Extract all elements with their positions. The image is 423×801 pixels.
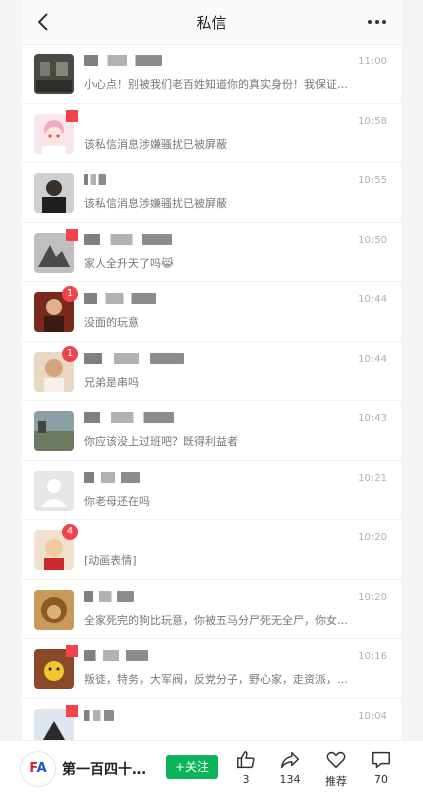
more-dots-icon[interactable] [363, 8, 391, 36]
comment-button[interactable]: 70 [359, 749, 403, 786]
heart-icon [326, 751, 346, 769]
message-preview: 家人全升天了吗😹 [84, 256, 174, 270]
message-time: 10:58 [358, 115, 387, 127]
unread-marker [66, 228, 78, 241]
account-name[interactable]: 第一百四十… [62, 759, 146, 779]
conversation-row[interactable]: 1 没面的玩意 10:44 [22, 282, 401, 342]
conversation-row[interactable]: 4 [动画表情] 10:20 [22, 520, 401, 580]
message-time: 10:43 [358, 413, 387, 424]
sender-name-redacted [84, 709, 114, 721]
comment-count: 70 [374, 773, 388, 786]
avatar [34, 173, 74, 213]
message-preview: 兄弟是串吗 [84, 375, 139, 389]
message-preview: 小心点！别被我们老百姓知道你的真实身份！我保证弄π你！ [84, 78, 349, 91]
message-time: 10:20 [358, 591, 387, 603]
app-screen: 私信 小心点！别被我们老百姓知道你的真实身份！我保证弄π你！ 11:00 该私信… [22, 0, 401, 740]
conversation-row[interactable]: 该私信消息涉嫌骚扰已被屏蔽 10:55 [22, 163, 401, 223]
sender-name-redacted [84, 352, 184, 364]
conversation-row[interactable]: 你应该没上过班吧？既得利益者 10:43 [22, 401, 401, 461]
sender-name-redacted [84, 590, 134, 602]
message-preview: 你应该没上过班吧？既得利益者 [84, 435, 238, 448]
avatar [34, 470, 74, 511]
message-preview: 全家死完的狗比玩意，你被五马分尸死无全尸，你女儿以… [84, 613, 349, 627]
message-preview: 该私信消息涉嫌骚扰已被屏蔽 [84, 137, 227, 151]
sender-name-redacted [84, 174, 106, 185]
conversation-list: 小心点！别被我们老百姓知道你的真实身份！我保证弄π你！ 11:00 该私信消息涉… [22, 44, 401, 740]
conversation-row[interactable]: 叛徒，特务，大军阀，反党分子，野心家，走资派，投降… 10:16 [22, 639, 401, 699]
page-title: 私信 [196, 14, 227, 32]
unread-badge: 1 [62, 345, 78, 362]
message-time: 10:44 [358, 353, 387, 365]
sender-name-redacted [84, 412, 174, 423]
unread-marker [66, 109, 78, 122]
sender-name-redacted [84, 471, 140, 483]
message-preview: 该私信消息涉嫌骚扰已被屏蔽 [84, 197, 227, 210]
conversation-row[interactable]: 家人全升天了吗😹 10:50 [22, 223, 401, 282]
conversation-row[interactable]: 10:04 [22, 699, 401, 740]
sender-name-redacted [84, 650, 148, 661]
account-logo[interactable]: FA [20, 751, 56, 787]
message-time: 11:00 [358, 56, 387, 67]
conversation-row[interactable]: 全家死完的狗比玩意，你被五马分尸死无全尸，你女儿以… 10:20 [22, 580, 401, 639]
message-time: 10:21 [358, 472, 387, 484]
message-preview: 没面的玩意 [84, 316, 139, 329]
message-time: 10:20 [358, 532, 387, 543]
share-button[interactable]: 134 [268, 749, 312, 786]
sender-name-redacted [84, 233, 172, 245]
like-count: 3 [242, 773, 250, 786]
share-count: 134 [279, 773, 301, 786]
message-time: 10:55 [358, 175, 387, 186]
unread-badge: 1 [62, 286, 78, 302]
thumbs-up-icon [237, 751, 255, 769]
message-time: 10:04 [358, 710, 387, 722]
nav-bar: 私信 [22, 0, 401, 45]
conversation-row[interactable]: 小心点！别被我们老百姓知道你的真实身份！我保证弄π你！ 11:00 [22, 44, 401, 104]
share-arrow-icon [281, 751, 299, 769]
avatar [34, 54, 74, 94]
message-preview: 你老母还在吗 [84, 494, 150, 508]
avatar [34, 589, 74, 630]
unread-marker [66, 645, 78, 657]
conversation-row[interactable]: 你老母还在吗 10:21 [22, 461, 401, 520]
like-button[interactable]: 3 [224, 749, 268, 786]
conversation-row[interactable]: 1 兄弟是串吗 10:44 [22, 342, 401, 401]
recommend-label: 推荐 [325, 775, 347, 788]
message-time: 10:16 [358, 651, 387, 662]
message-time: 10:50 [358, 234, 387, 246]
sender-name-redacted [84, 55, 162, 66]
recommend-button[interactable]: 推荐 [314, 749, 358, 789]
right-margin [401, 0, 423, 740]
sender-name-redacted [84, 293, 156, 304]
unread-badge: 4 [62, 524, 78, 540]
bottom-action-bar: FA 第一百四十… +关注 3 134 推荐 70 [0, 740, 423, 801]
avatar [34, 411, 74, 451]
follow-button[interactable]: +关注 [166, 755, 218, 779]
conversation-row[interactable]: 该私信消息涉嫌骚扰已被屏蔽 10:58 [22, 104, 401, 163]
left-margin [0, 0, 22, 740]
unread-marker [66, 704, 78, 717]
message-preview: [动画表情] [84, 554, 137, 567]
message-time: 10:44 [358, 294, 387, 305]
comment-bubble-icon [372, 751, 390, 769]
message-preview: 叛徒，特务，大军阀，反党分子，野心家，走资派，投降… [84, 673, 349, 686]
